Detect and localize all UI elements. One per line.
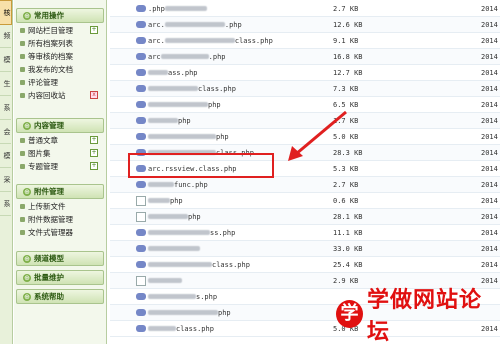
watermark-logo-icon: 学	[336, 300, 363, 328]
site-watermark: 学 学做网站论坛	[336, 288, 500, 345]
watermark-text: 学做网站论坛	[366, 288, 482, 345]
